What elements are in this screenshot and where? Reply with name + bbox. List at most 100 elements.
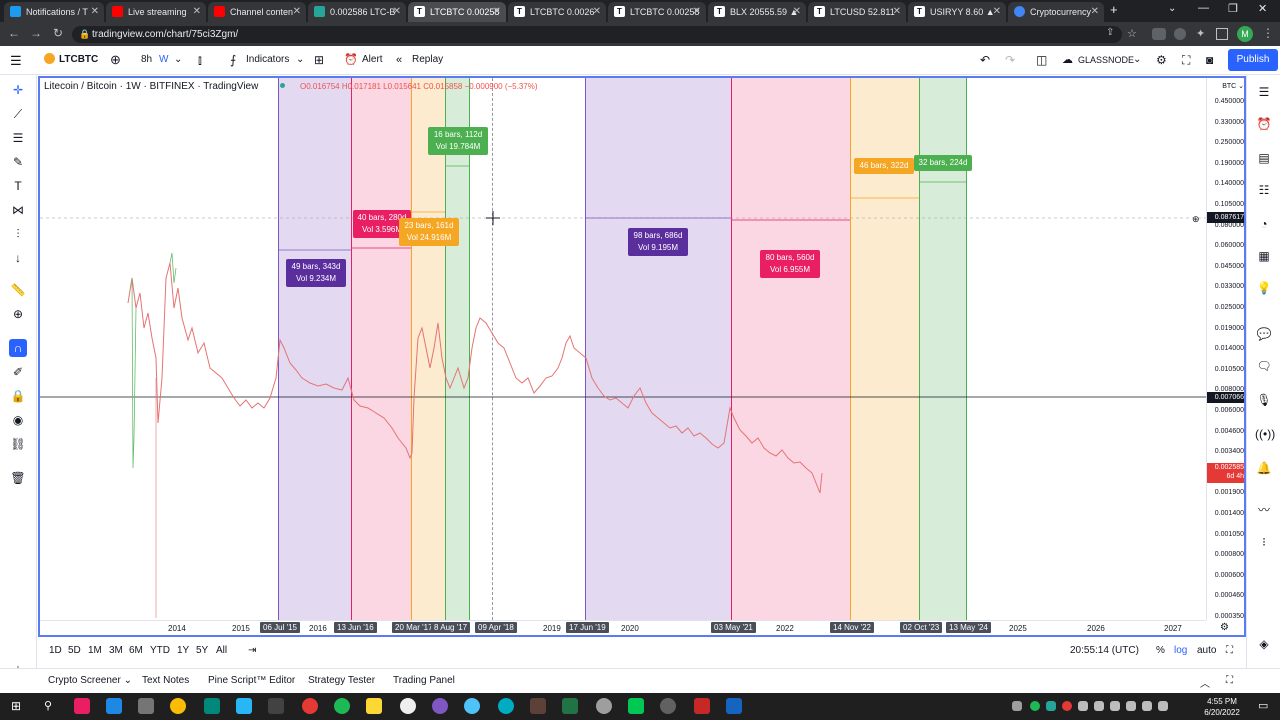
browser-menu-icon[interactable]: ⋮	[1262, 26, 1274, 40]
panel-maximize-icon[interactable]: ⛶	[1226, 675, 1233, 686]
range-button[interactable]: 5Y	[196, 645, 208, 656]
window-close-icon[interactable]: ✕	[1258, 2, 1267, 15]
browser-tab[interactable]: 0.002586 LTC-B ✕	[308, 2, 406, 22]
close-icon[interactable]: ✕	[1091, 2, 1099, 22]
folder-icon[interactable]	[366, 698, 382, 714]
menu-icon[interactable]: ☰	[10, 53, 22, 69]
currency-label[interactable]: BTC ⌄	[1222, 82, 1244, 90]
tab-text-notes[interactable]: Text Notes	[142, 675, 189, 686]
tray-icon[interactable]	[1046, 701, 1056, 711]
browser-tab[interactable]: Cryptocurrency ✕	[1008, 2, 1104, 22]
search-icon[interactable]: ⚲	[40, 698, 56, 714]
browser-tab[interactable]: T BLX 20555.59 ▲ ✕	[708, 2, 806, 22]
browser-tab[interactable]: Channel conten ✕	[208, 2, 306, 22]
system-clock[interactable]: 4:55 PM 6/20/2022	[1200, 696, 1244, 718]
tab-search-icon[interactable]: ⌄	[1168, 3, 1176, 14]
app-icon[interactable]	[432, 698, 448, 714]
reload-icon[interactable]: ↻	[50, 26, 66, 40]
crosshair-icon[interactable]: ✛	[9, 81, 27, 99]
axis-settings-gear-icon[interactable]: ⚙	[1220, 622, 1229, 633]
notification-center-icon[interactable]: ▭	[1258, 699, 1268, 712]
publish-button[interactable]: Publish	[1228, 49, 1278, 71]
app-icon[interactable]	[596, 698, 612, 714]
text-icon[interactable]: T	[9, 177, 27, 195]
compare-add-icon[interactable]: ⊕	[110, 52, 121, 68]
chevron-down-icon[interactable]: ⌄	[296, 52, 304, 68]
app-icon[interactable]	[204, 698, 220, 714]
browser-tab[interactable]: T LTCBTC 0.0026 ✕	[508, 2, 606, 22]
close-icon[interactable]: ✕	[893, 2, 901, 22]
brush-icon[interactable]: ✎	[9, 153, 27, 171]
tray-icon[interactable]	[1110, 701, 1120, 711]
price-axis[interactable]: BTC ⌄ 0.450000 0.330000 0.250000 0.190000 0.…	[1206, 78, 1244, 620]
close-icon[interactable]: ✕	[493, 2, 501, 22]
layout-name[interactable]: GLASSNODE	[1078, 52, 1134, 68]
bar-style-icon[interactable]: ⫾	[198, 52, 202, 68]
trend-icon[interactable]: 〰	[1255, 501, 1273, 519]
layers-icon[interactable]: ◈	[1255, 635, 1273, 653]
close-icon[interactable]: ✕	[293, 2, 301, 22]
browser-tab[interactable]: Notifications / T ✕	[4, 2, 104, 22]
calendar-icon[interactable]: ▦	[1255, 247, 1273, 265]
interval-8h[interactable]: 8h	[141, 52, 152, 68]
utc-clock[interactable]: 20:55:14 (UTC)	[1070, 645, 1139, 656]
stay-drawing-icon[interactable]: ✐	[9, 363, 27, 381]
chart-legend-title[interactable]: Litecoin / Bitcoin · 1W · BITFINEX · Tra…	[44, 81, 258, 92]
fullscreen-icon[interactable]: ⛶	[1182, 52, 1190, 68]
news-icon[interactable]: ▤	[1255, 149, 1273, 167]
undo-icon[interactable]: ↶	[980, 52, 990, 68]
gear-icon[interactable]: ⚙	[1156, 52, 1167, 68]
extension-icon[interactable]	[1152, 28, 1166, 40]
indicators-button[interactable]: Indicators	[246, 52, 289, 68]
symbol-search[interactable]: LTCBTC	[59, 52, 98, 68]
app-icon[interactable]	[74, 698, 90, 714]
chevron-down-icon[interactable]: ⌄	[1133, 52, 1141, 68]
puzzle-icon[interactable]: ✦	[1196, 27, 1205, 40]
app-icon[interactable]	[464, 698, 480, 714]
tab-pine-editor[interactable]: Pine Script™ Editor	[208, 675, 295, 686]
app-icon[interactable]	[302, 698, 318, 714]
volume-icon[interactable]	[1158, 701, 1168, 711]
range-button[interactable]: All	[216, 645, 227, 656]
broadcast-icon[interactable]: ((•))	[1255, 425, 1275, 443]
browser-tab[interactable]: T USIRYY 8.60 ▲ ✕	[908, 2, 1006, 22]
windows-start-icon[interactable]: ⊞	[8, 698, 24, 714]
forward-icon[interactable]: →	[28, 26, 44, 40]
app-icon[interactable]	[660, 698, 676, 714]
range-button[interactable]: 5D	[68, 645, 81, 656]
replay-button[interactable]: Replay	[412, 52, 443, 68]
time-axis[interactable]: 2014 2015 2016 2019 2020 2022 2025 2026 …	[40, 620, 1206, 635]
range-label[interactable]: 80 bars, 560d Vol 6.955M	[760, 250, 820, 278]
layout-icon[interactable]: ◫	[1036, 52, 1047, 68]
browser-tab-active[interactable]: T LTCBTC 0.00258 ✕	[408, 2, 506, 22]
range-button[interactable]: 3M	[109, 645, 123, 656]
close-icon[interactable]: ✕	[193, 2, 201, 22]
chevron-up-icon[interactable]: ︿	[1200, 675, 1210, 690]
zoom-icon[interactable]: ⊕	[9, 305, 27, 323]
messages-icon[interactable]: 🗨	[1255, 357, 1273, 375]
lock-icon[interactable]: 🔒	[9, 387, 27, 405]
minimize-icon[interactable]: —	[1198, 2, 1209, 14]
prediction-icon[interactable]: ⫶	[9, 225, 27, 243]
range-label[interactable]: 98 bars, 686d Vol 9.195M	[628, 228, 688, 256]
range-button[interactable]: YTD	[150, 645, 170, 656]
pattern-icon[interactable]: ⋈	[9, 201, 27, 219]
tray-icon[interactable]	[1030, 701, 1040, 711]
star-icon[interactable]: ☆	[1127, 27, 1137, 40]
magnet-icon[interactable]: ∩	[9, 339, 27, 357]
app-icon[interactable]	[498, 698, 514, 714]
browser-tab[interactable]: Live streaming ✕	[106, 2, 206, 22]
app-icon[interactable]	[236, 698, 252, 714]
range-button[interactable]: 1Y	[177, 645, 189, 656]
share-icon[interactable]: ⇪	[1106, 27, 1114, 38]
app-icon[interactable]	[106, 698, 122, 714]
alerts-clock-icon[interactable]: ⏰	[1255, 115, 1273, 133]
chat-icon[interactable]: 💬	[1255, 325, 1273, 343]
extension-icon[interactable]	[1174, 28, 1186, 40]
spotify-icon[interactable]	[334, 698, 350, 714]
tray-icon[interactable]	[1078, 701, 1088, 711]
auto-scale-toggle[interactable]: auto	[1197, 645, 1216, 656]
close-icon[interactable]: ✕	[793, 2, 801, 22]
data-window-icon[interactable]: ☷	[1255, 181, 1273, 199]
app-icon[interactable]	[628, 698, 644, 714]
